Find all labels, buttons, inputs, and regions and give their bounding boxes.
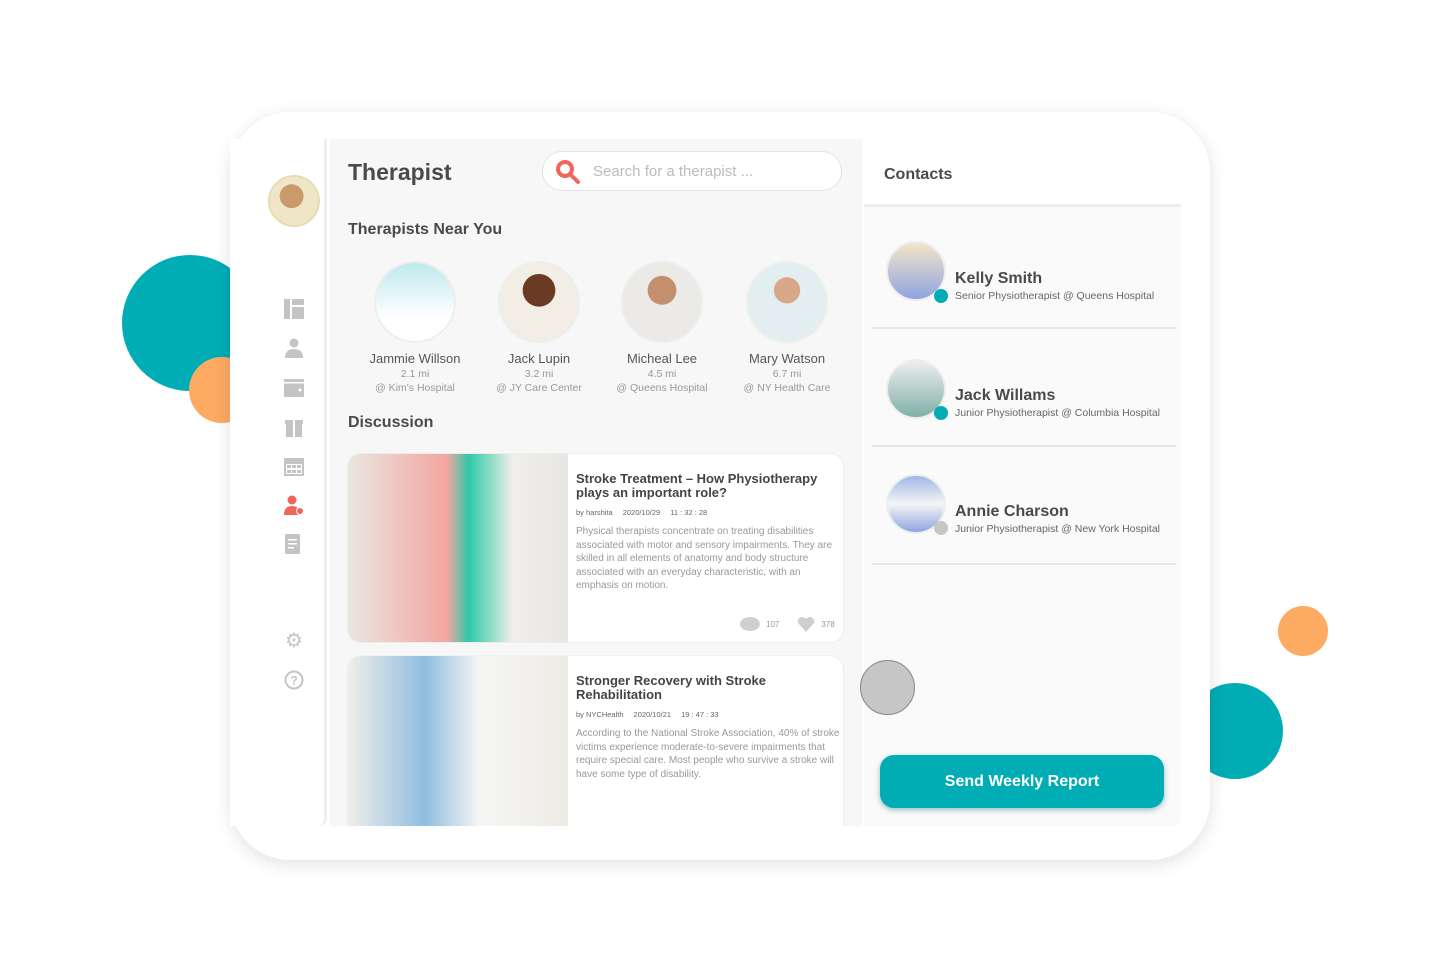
post-card[interactable]: Stronger Recovery with Stroke Rehabilita… [347, 655, 844, 826]
therapist-place: @ JY Care Center [496, 382, 582, 394]
therapist-name: Micheal Lee [626, 351, 698, 366]
discussion-heading: Discussion [348, 414, 434, 431]
calendar-icon[interactable] [282, 454, 306, 478]
search-placeholder: Search for a therapist ... [593, 162, 754, 180]
gear-icon[interactable]: ⚙ [282, 628, 306, 652]
user-icon[interactable] [282, 336, 306, 360]
post-body: According to the National Stroke Associa… [576, 728, 840, 780]
svg-text:?: ? [290, 674, 297, 688]
post-author: by harshita [576, 508, 613, 517]
contact-role: Junior Physiotherapist @ Columbia Hospit… [955, 407, 1161, 419]
avatar[interactable] [268, 175, 320, 227]
contact-name: Jack Willams [955, 387, 1056, 404]
decor-circle [1278, 606, 1328, 656]
main-panel: Therapist Search for a therapist ... The… [330, 139, 862, 826]
heart-icon[interactable] [797, 616, 815, 632]
post-body: Physical therapists concentrate on treat… [576, 526, 833, 591]
post-author: by NYCHealth [576, 710, 624, 719]
therapist-photo [746, 261, 828, 343]
therapist-card[interactable]: Jack Lupin 3.2 mi @ JY Care Center [477, 261, 601, 394]
post-date: 2020/10/29 [622, 508, 661, 517]
therapist-name: Mary Watson [748, 351, 826, 366]
search-icon [556, 160, 580, 184]
therapist-card[interactable]: Micheal Lee 4.5 mi @ Queens Hospital [600, 261, 724, 394]
help-icon[interactable]: ? [282, 668, 306, 692]
contact-item[interactable]: Kelly Smith Senior Physiotherapist @ Que… [872, 211, 1176, 329]
contacts-heading: Contacts [864, 139, 1181, 207]
therapist-distance: 3.2 mi [524, 368, 554, 380]
contact-role: Junior Physiotherapist @ New York Hospit… [955, 523, 1161, 535]
scroll-handle[interactable] [860, 660, 915, 715]
post-time: 19 : 47 : 33 [681, 710, 719, 719]
comment-icon[interactable] [740, 616, 760, 632]
post-meta: by NYCHealth 2020/10/21 19 : 47 : 33 [576, 710, 841, 719]
therapist-distance: 4.5 mi [647, 368, 677, 380]
contact-name: Annie Charson [955, 503, 1069, 520]
post-meta: by harshita 2020/10/29 11 : 32 : 28 [576, 508, 841, 517]
gift-icon[interactable] [282, 415, 306, 439]
status-offline-icon [934, 521, 948, 535]
contact-item[interactable]: Annie Charson Junior Physiotherapist @ N… [872, 447, 1176, 565]
therapist-place: @ NY Health Care [743, 382, 831, 394]
therapist-card[interactable]: Jammie Willson 2.1 mi @ Kim's Hospital [353, 261, 477, 394]
status-online-icon [934, 289, 948, 303]
near-heading: Therapists Near You [348, 221, 503, 238]
therapist-name: Jack Lupin [507, 351, 571, 366]
post-image [348, 454, 568, 642]
post-date: 2020/10/21 [633, 710, 672, 719]
post-time: 11 : 32 : 28 [670, 508, 708, 517]
therapist-icon[interactable] [282, 493, 306, 517]
therapist-photo [621, 261, 703, 343]
like-count: 378 [821, 619, 835, 629]
post-title: Stronger Recovery with Stroke Rehabilita… [576, 673, 766, 702]
contact-role: Senior Physiotherapist @ Queens Hospital [955, 290, 1155, 302]
comment-count: 107 [766, 619, 780, 629]
search-input[interactable]: Search for a therapist ... [542, 151, 842, 191]
post-title: Stroke Treatment – How Physiotherapy pla… [576, 471, 818, 500]
status-online-icon [934, 406, 948, 420]
therapist-name: Jammie Willson [369, 351, 461, 366]
therapist-place: @ Kim's Hospital [375, 382, 455, 394]
post-card[interactable]: Stroke Treatment – How Physiotherapy pla… [347, 453, 844, 643]
therapist-distance: 6.7 mi [772, 368, 802, 380]
page-title: Therapist [348, 159, 452, 185]
therapist-photo [374, 261, 456, 343]
therapist-photo [498, 261, 580, 343]
contact-item[interactable]: Jack Willams Junior Physiotherapist @ Co… [872, 329, 1176, 447]
sidebar: ⚙ ? [230, 139, 327, 826]
therapist-distance: 2.1 mi [400, 368, 430, 380]
post-image [348, 656, 568, 826]
send-weekly-report-button[interactable]: Send Weekly Report [880, 755, 1164, 808]
dashboard-icon[interactable] [282, 297, 306, 321]
wallet-icon[interactable] [282, 376, 306, 400]
contact-name: Kelly Smith [955, 270, 1043, 287]
therapist-card[interactable]: Mary Watson 6.7 mi @ NY Health Care [725, 261, 849, 394]
contacts-panel: Contacts Kelly Smith Senior Physiotherap… [864, 139, 1181, 826]
report-icon[interactable] [282, 532, 306, 556]
therapist-place: @ Queens Hospital [616, 382, 708, 394]
